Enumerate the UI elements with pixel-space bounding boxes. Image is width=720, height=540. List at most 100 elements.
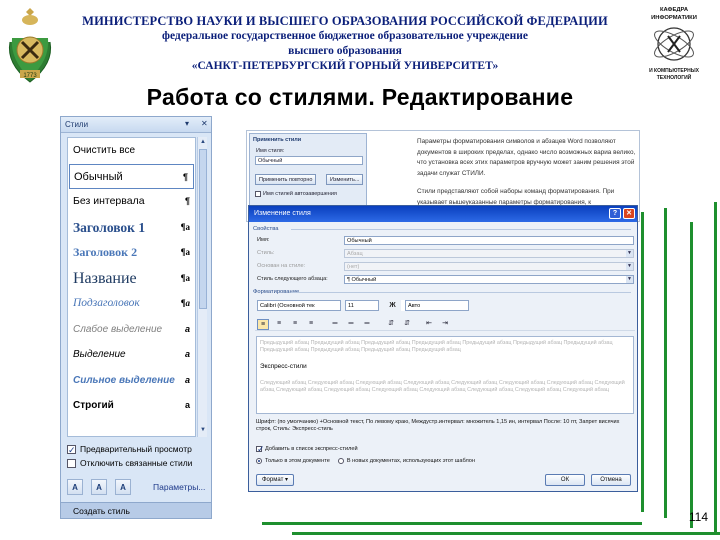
scope-radio-row: Только в этом документе В новых документ… bbox=[256, 458, 475, 464]
style-name-select[interactable]: Обычный bbox=[255, 156, 363, 165]
autocomplete-checkbox[interactable] bbox=[255, 191, 261, 197]
character-style-icon: a bbox=[184, 374, 190, 385]
bold-button[interactable]: Ж bbox=[387, 300, 398, 311]
university-logo: 1773 bbox=[4, 2, 56, 86]
preview-current-paragraph: Экспресс-стили bbox=[260, 362, 307, 370]
page-number: 114 bbox=[688, 510, 708, 524]
styles-list: Очистить все Обычный ¶ Без интервала ¶ Заг… bbox=[67, 137, 196, 437]
only-this-document-radio[interactable] bbox=[256, 458, 262, 464]
svg-text:КАФЕДРА: КАФЕДРА bbox=[660, 7, 689, 13]
linked-style-icon: ¶a bbox=[180, 272, 190, 283]
add-quick-styles-label: Добавить в список экспресс-стилей bbox=[265, 446, 358, 452]
preview-previous-paragraph: Предыдущий абзац Предыдущий абзац Предыд… bbox=[260, 340, 613, 353]
styles-pane-title: Стили bbox=[65, 120, 89, 129]
svg-text:ТЕХНОЛОГИЙ: ТЕХНОЛОГИЙ bbox=[657, 73, 692, 81]
close-icon[interactable]: ✕ bbox=[623, 208, 635, 219]
help-icon[interactable]: ? bbox=[609, 208, 621, 219]
style-item-subtle-emphasis[interactable]: Слабое выделение a bbox=[68, 317, 195, 343]
style-item-subtitle[interactable]: Подзаголовок ¶a bbox=[68, 291, 195, 317]
one-half-spacing-icon[interactable]: ═ bbox=[345, 319, 357, 330]
styles-pane: Стили ▾ ✕ Очистить все Обычный ¶ Без инте… bbox=[60, 116, 212, 519]
scroll-down-icon[interactable]: ▼ bbox=[199, 426, 207, 435]
dialog-title: Изменение стиля bbox=[254, 210, 311, 217]
add-quick-styles-checkbox[interactable] bbox=[256, 444, 265, 455]
justify-icon[interactable]: ≡ bbox=[305, 319, 317, 330]
space-before-icon[interactable]: ⇵ bbox=[385, 319, 397, 330]
next-style-select[interactable]: ¶ Обычный ▼ bbox=[344, 275, 634, 284]
apply-styles-title: Применить стили bbox=[253, 137, 302, 143]
chevron-down-icon[interactable]: ▼ bbox=[626, 276, 633, 283]
based-on-label: Основан на стиле: bbox=[257, 263, 306, 269]
linked-styles-checkbox[interactable] bbox=[67, 458, 76, 468]
style-item-title[interactable]: Название ¶a bbox=[68, 266, 195, 292]
name-field[interactable]: Обычный bbox=[344, 236, 634, 245]
align-center-icon[interactable]: ≡ bbox=[273, 319, 285, 330]
align-left-icon[interactable]: ≡ bbox=[257, 319, 269, 330]
preview-checkbox-label: Предварительный просмотр bbox=[80, 444, 192, 454]
manage-styles-icon[interactable]: A bbox=[115, 479, 131, 495]
svg-text:ИНФОРМАТИКИ: ИНФОРМАТИКИ bbox=[651, 15, 697, 21]
style-description: Шрифт: (по умолчанию) +Основной текст, П… bbox=[256, 419, 620, 433]
modify-style-dialog: Изменение стиля ? ✕ Свойства Имя: Обычны… bbox=[248, 205, 639, 492]
format-button[interactable]: Формат ▾ bbox=[256, 474, 294, 486]
based-on-select: (нет) ▼ bbox=[344, 262, 634, 271]
style-inspector-icon[interactable]: A bbox=[91, 479, 107, 495]
education-level-line: высшего образования bbox=[288, 45, 402, 57]
new-style-icon[interactable]: A bbox=[67, 479, 83, 495]
reapply-button[interactable]: Применить повторно bbox=[255, 174, 317, 185]
linked-style-icon: ¶a bbox=[181, 298, 190, 308]
font-size-select[interactable]: 11 bbox=[345, 300, 379, 311]
style-item-heading-2[interactable]: Заголовок 2 ¶a bbox=[68, 240, 195, 266]
space-after-icon[interactable]: ⇵ bbox=[401, 319, 413, 330]
next-style-label: Стиль следующего абзаца: bbox=[257, 276, 328, 282]
linked-style-icon: ¶a bbox=[180, 247, 190, 257]
style-item-intense-emphasis[interactable]: Сильное выделение a bbox=[68, 368, 195, 394]
style-item-emphasis[interactable]: Выделение a bbox=[68, 342, 195, 368]
linked-style-icon: ¶a bbox=[180, 221, 190, 232]
styles-scrollbar[interactable]: ▲ ▼ bbox=[197, 137, 207, 437]
autocomplete-row[interactable]: Имя стилей автозавершения bbox=[255, 191, 337, 197]
character-style-icon: a bbox=[184, 400, 190, 410]
decorative-line bbox=[292, 532, 720, 535]
ok-button[interactable]: ОК bbox=[545, 474, 585, 486]
font-select[interactable]: Calibri (Основной тек bbox=[257, 300, 341, 311]
decorative-line bbox=[690, 222, 693, 528]
double-spacing-icon[interactable]: ═ bbox=[361, 319, 373, 330]
scroll-up-icon[interactable]: ▲ bbox=[199, 138, 207, 147]
university-name: «САНКТ-ПЕТЕРБУРГСКИЙ ГОРНЫЙ УНИВЕРСИТЕТ» bbox=[191, 60, 499, 72]
document-paragraph: Параметры форматирования символов и абза… bbox=[417, 138, 636, 177]
chevron-down-icon: ▼ bbox=[626, 263, 633, 270]
svg-text:И КОМПЬЮТЕРНЫХ: И КОМПЬЮТЕРНЫХ bbox=[649, 68, 700, 74]
department-logo: КАФЕДРА ИНФОРМАТИКИ И КОМПЬЮТЕРНЫХ ТЕХНО… bbox=[640, 2, 708, 84]
style-preview: Предыдущий абзац Предыдущий абзац Предыд… bbox=[256, 336, 634, 414]
add-quick-styles-row[interactable]: Добавить в список экспресс-стилей bbox=[256, 444, 358, 455]
paragraph-toolbar: ≡ ≡ ≡ ≡ ═ ═ ═ ⇵ ⇵ ⇤ ⇥ bbox=[255, 319, 635, 331]
font-color-select[interactable]: Авто bbox=[405, 300, 469, 311]
header-text: МИНИСТЕРСТВО НАУКИ И ВЫСШЕГО ОБРАЗОВАНИЯ… bbox=[70, 14, 620, 74]
style-item-no-spacing[interactable]: Без интервала ¶ bbox=[68, 189, 195, 215]
style-type-label: Стиль: bbox=[257, 250, 275, 256]
style-item-clear-all[interactable]: Очистить все bbox=[68, 138, 195, 164]
new-documents-radio[interactable] bbox=[337, 458, 344, 464]
preview-checkbox-row[interactable]: Предварительный просмотр bbox=[67, 442, 207, 457]
create-style-tooltip: Создать стиль bbox=[61, 502, 211, 518]
linked-styles-checkbox-row[interactable]: Отключить связанные стили bbox=[67, 456, 207, 470]
modify-button[interactable]: Изменить... bbox=[326, 174, 364, 185]
pane-menu-icon[interactable]: ▾ bbox=[185, 119, 189, 128]
single-spacing-icon[interactable]: ═ bbox=[329, 319, 341, 330]
style-item-heading-1[interactable]: Заголовок 1 ¶a bbox=[68, 215, 195, 241]
increase-indent-icon[interactable]: ⇥ bbox=[439, 319, 451, 330]
close-icon[interactable]: ✕ bbox=[201, 119, 208, 128]
style-item-strong[interactable]: Строгий a bbox=[68, 393, 195, 419]
style-item-normal[interactable]: Обычный ¶ bbox=[69, 163, 194, 189]
decorative-line bbox=[641, 212, 644, 512]
scrollbar-thumb[interactable] bbox=[199, 149, 207, 309]
cancel-button[interactable]: Отмена bbox=[591, 474, 631, 486]
styles-pane-options: Предварительный просмотр Отключить связа… bbox=[67, 442, 207, 470]
options-link[interactable]: Параметры... bbox=[153, 482, 205, 492]
decorative-line bbox=[262, 522, 642, 525]
decrease-indent-icon[interactable]: ⇤ bbox=[423, 319, 435, 330]
preview-checkbox[interactable] bbox=[67, 443, 76, 457]
character-style-icon: a bbox=[184, 323, 190, 334]
align-right-icon[interactable]: ≡ bbox=[289, 319, 301, 330]
